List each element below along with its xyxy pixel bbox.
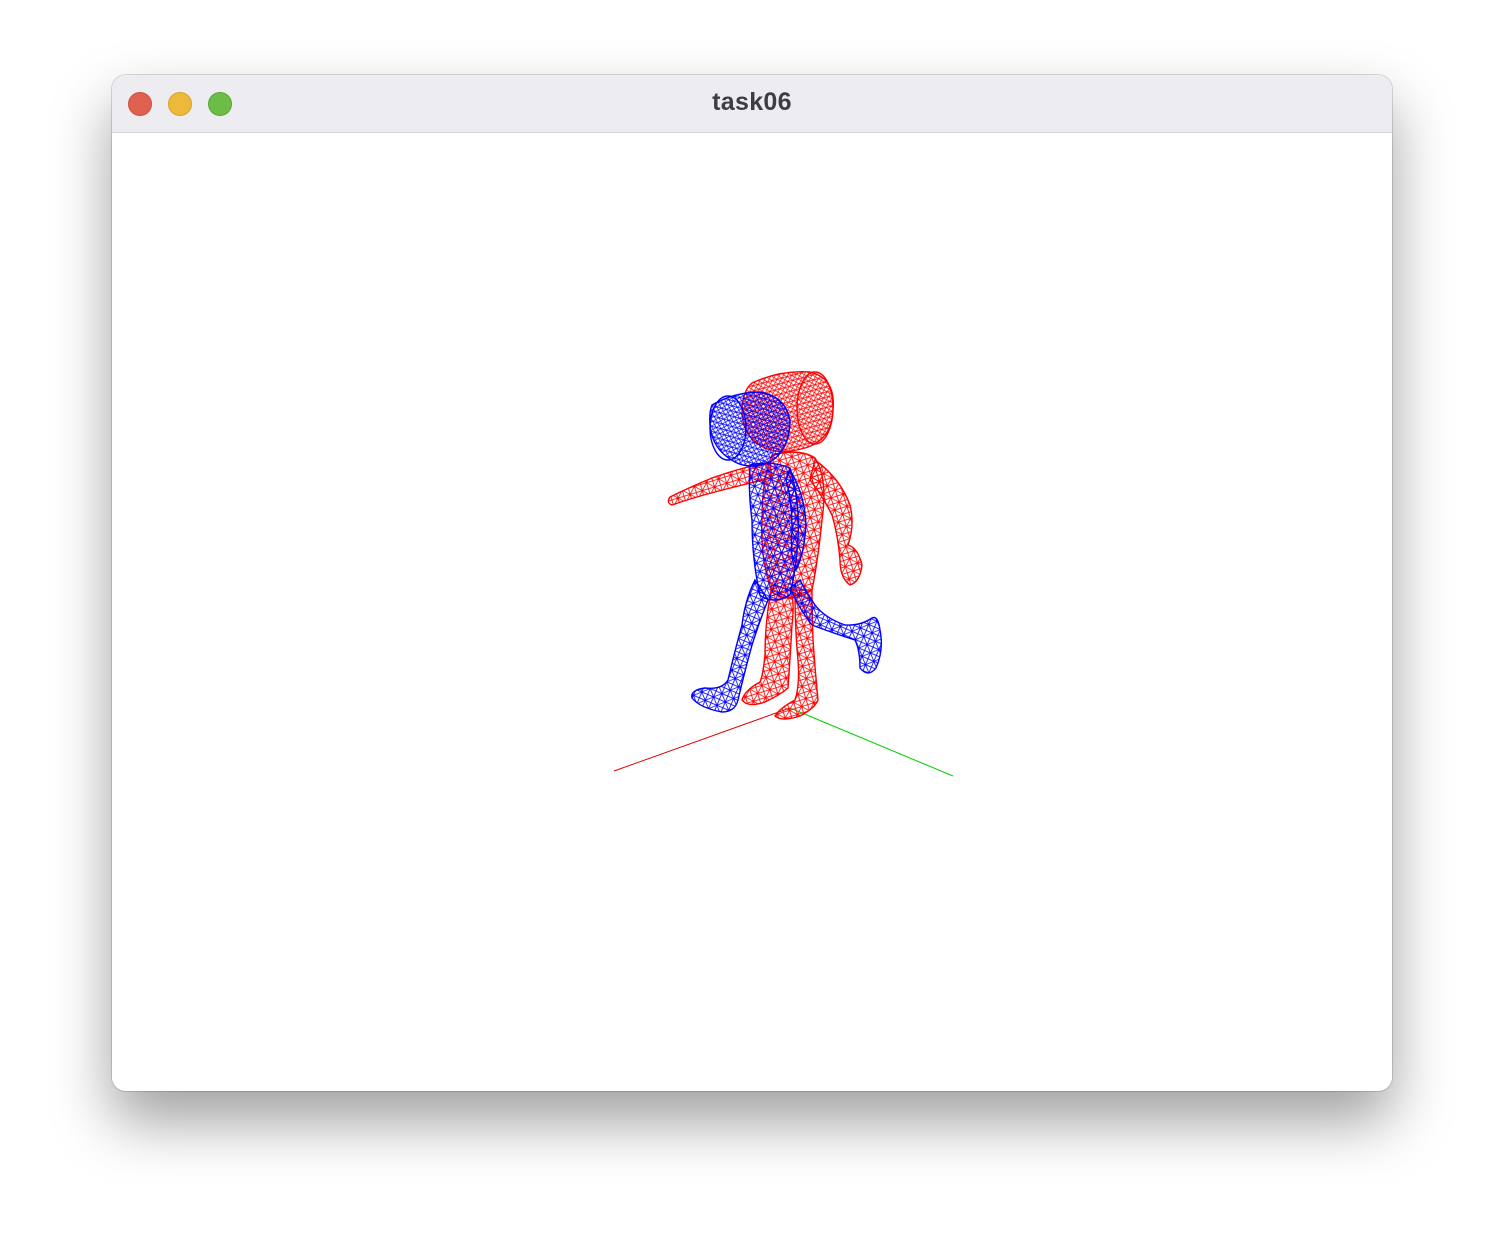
gl-viewport[interactable] — [112, 133, 1392, 1091]
title-bar[interactable]: task06 — [112, 75, 1392, 133]
y-axis-line — [789, 707, 954, 777]
scene-canvas[interactable] — [112, 133, 1392, 1091]
window-title: task06 — [712, 88, 792, 116]
app-window: task06 — [112, 75, 1392, 1091]
x-axis-line — [613, 707, 791, 772]
blue-head — [709, 391, 791, 467]
